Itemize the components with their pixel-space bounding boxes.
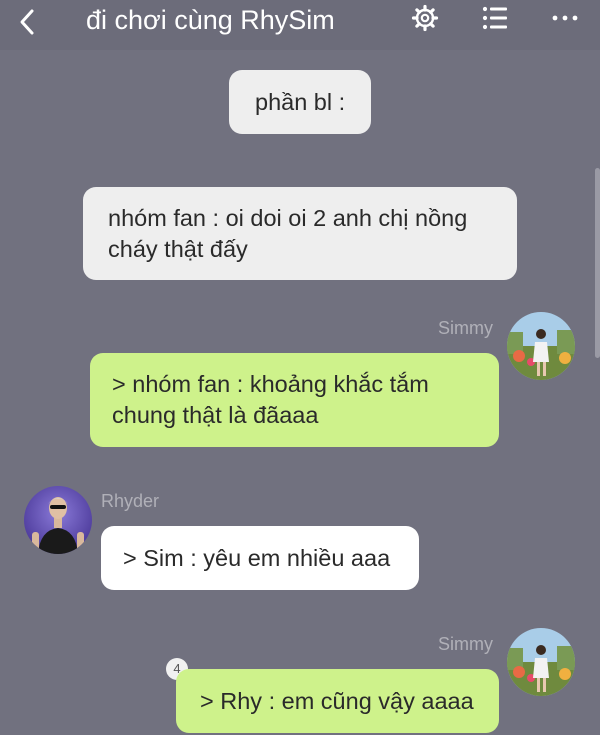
message-text: > nhóm fan : khoảng khắc tắm chung thật …	[112, 371, 429, 428]
avatar[interactable]	[507, 628, 575, 696]
message-bubble[interactable]: > Sim : yêu em nhiều aaa	[101, 526, 419, 590]
message-bubble[interactable]: nhóm fan : oi doi oi 2 anh chị nồng cháy…	[83, 187, 517, 280]
message-bubble[interactable]: > nhóm fan : khoảng khắc tắm chung thật …	[90, 353, 499, 447]
more-options-icon[interactable]	[551, 4, 579, 32]
message-text: nhóm fan : oi doi oi 2 anh chị nồng cháy…	[108, 205, 468, 262]
avatar[interactable]	[507, 312, 575, 380]
sender-name: Rhyder	[101, 491, 160, 511]
message-bubble[interactable]: phần bl :	[229, 70, 371, 134]
message-text: phần bl :	[255, 89, 346, 115]
gear-icon[interactable]	[411, 4, 439, 32]
list-menu-icon[interactable]	[481, 4, 509, 32]
scrollbar[interactable]	[595, 168, 600, 358]
sender-name: Simmy	[438, 318, 493, 338]
message-text: > Sim : yêu em nhiều aaa	[123, 545, 391, 571]
message-text: > Rhy : em cũng vậy aaaa	[200, 688, 474, 714]
message-bubble[interactable]: > Rhy : em cũng vậy aaaa	[176, 669, 499, 733]
avatar[interactable]	[24, 486, 92, 554]
sender-name: Simmy	[438, 634, 493, 654]
back-arrow-icon[interactable]	[14, 8, 42, 36]
chat-title: đi chơi cùng RhySim	[86, 5, 335, 35]
chat-header: đi chơi cùng RhySim	[0, 0, 600, 50]
